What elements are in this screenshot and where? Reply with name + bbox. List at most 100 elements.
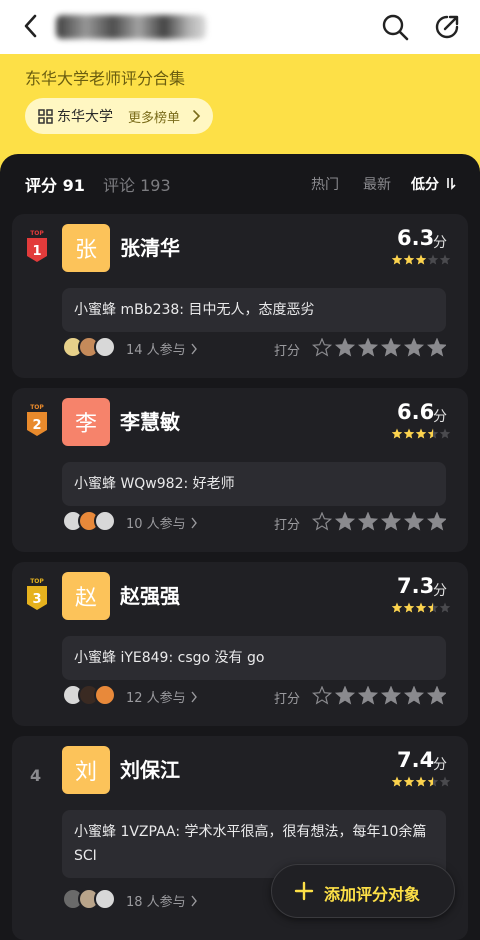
star-filled: [391, 602, 403, 613]
rate-star[interactable]: [357, 512, 379, 531]
rate-star[interactable]: [357, 686, 379, 705]
star-empty: [427, 254, 439, 265]
star-filled: [415, 602, 427, 613]
teacher-card[interactable]: TOP 2 李 李慧敏 6.6 分 小蜜蜂 WQw982: 好老师 10 人参与…: [12, 388, 468, 552]
comment-user: 小蜜蜂 mBb238:: [74, 302, 185, 318]
rate-star[interactable]: [403, 686, 425, 705]
sort-new[interactable]: 最新: [363, 174, 391, 194]
top-comment[interactable]: 小蜜蜂 WQw982: 好老师: [62, 462, 446, 506]
teacher-avatar[interactable]: 张: [62, 224, 110, 272]
comment-text: 好老师: [188, 476, 235, 492]
score-unit: 分: [433, 409, 447, 425]
score-unit: 分: [433, 235, 447, 251]
plus-icon: [294, 881, 314, 901]
svg-text:2: 2: [32, 418, 41, 433]
chevron-right-icon: [191, 343, 197, 355]
rate-star[interactable]: [357, 338, 379, 357]
chevron-left-icon[interactable]: [18, 12, 46, 40]
comment-user: 小蜜蜂 1VZPAA:: [74, 824, 181, 840]
teacher-card[interactable]: TOP 1 张 张清华 6.3 分 小蜜蜂 mBb238: 目中无人，态度恶劣 …: [12, 214, 468, 378]
sort-low[interactable]: 低分: [411, 174, 439, 194]
teacher-name[interactable]: 张清华: [120, 232, 180, 261]
star-empty: [439, 428, 451, 439]
rate-star[interactable]: [312, 512, 333, 531]
rate-star-input[interactable]: [312, 512, 446, 532]
rate-star[interactable]: [312, 686, 333, 705]
rank-1-badge: TOP 1: [27, 230, 47, 262]
comment-text: csgo 没有 go: [173, 650, 265, 666]
svg-text:TOP: TOP: [30, 578, 44, 585]
school-tag-pill[interactable]: 东华大学 更多榜单: [25, 98, 213, 134]
rate-star[interactable]: [426, 338, 446, 357]
collection-title: 东华大学老师评分合集: [25, 69, 186, 88]
star-filled: [415, 254, 427, 265]
star-filled: [403, 602, 415, 613]
rate-star[interactable]: [334, 512, 356, 531]
teacher-score: 6.6: [397, 400, 435, 424]
collection-banner: 东华大学老师评分合集 东华大学 更多榜单: [0, 54, 480, 164]
add-rating-target-label: 添加评分对象: [324, 885, 421, 904]
score-unit: 分: [433, 583, 447, 599]
rate-star[interactable]: [426, 512, 446, 531]
participant-avatar: [94, 684, 116, 706]
teacher-avatar[interactable]: 刘: [62, 746, 110, 794]
score-star-rating: [391, 602, 451, 613]
teacher-name[interactable]: 刘保江: [120, 754, 180, 783]
rank-2-badge: TOP 2: [27, 404, 47, 436]
more-rankings-link[interactable]: 更多榜单: [128, 107, 180, 126]
participants-link[interactable]: 14 人参与: [62, 336, 212, 360]
participant-avatar: [94, 888, 116, 910]
star-empty: [439, 254, 451, 265]
rate-star[interactable]: [312, 338, 333, 357]
teacher-score: 7.3: [397, 574, 435, 598]
teacher-name[interactable]: 李慧敏: [120, 406, 180, 435]
top-comment[interactable]: 小蜜蜂 iYE849: csgo 没有 go: [62, 636, 446, 680]
chevron-right-icon: [193, 110, 201, 122]
participants-count: 10 人参与: [126, 517, 186, 532]
participants-link[interactable]: 18 人参与: [62, 888, 212, 912]
rate-star[interactable]: [334, 338, 356, 357]
participants-count: 12 人参与: [126, 691, 186, 706]
teacher-card[interactable]: TOP 3 赵 赵强强 7.3 分 小蜜蜂 iYE849: csgo 没有 go…: [12, 562, 468, 726]
rate-star[interactable]: [380, 686, 402, 705]
rate-star[interactable]: [403, 338, 425, 357]
rank-3-badge: TOP 3: [27, 578, 47, 610]
add-rating-target-button[interactable]: 添加评分对象: [271, 864, 455, 918]
avatar-initial: 赵: [74, 586, 97, 611]
svg-text:3: 3: [32, 592, 41, 607]
rate-star[interactable]: [380, 338, 402, 357]
sort-direction-icon[interactable]: [446, 176, 456, 190]
participants-link[interactable]: 12 人参与: [62, 684, 212, 708]
participants-count: 18 人参与: [126, 895, 186, 910]
teacher-avatar[interactable]: 李: [62, 398, 110, 446]
star-filled: [403, 254, 415, 265]
star-filled: [403, 776, 415, 787]
tab-score[interactable]: 评分 91: [25, 172, 85, 196]
star-filled: [415, 776, 427, 787]
teacher-name[interactable]: 赵强强: [120, 580, 180, 609]
teacher-avatar[interactable]: 赵: [62, 572, 110, 620]
share-icon[interactable]: [432, 12, 462, 42]
search-icon[interactable]: [380, 12, 410, 42]
rate-star[interactable]: [334, 686, 356, 705]
rate-star[interactable]: [380, 512, 402, 531]
participants-link[interactable]: 10 人参与: [62, 510, 212, 534]
star-empty: [439, 602, 451, 613]
rate-star-input[interactable]: [312, 686, 446, 706]
chevron-right-icon: [191, 895, 197, 907]
teacher-score: 7.4: [397, 748, 435, 772]
rate-star-input[interactable]: [312, 338, 446, 358]
score-star-rating: [391, 428, 451, 439]
sort-hot[interactable]: 热门: [311, 174, 339, 194]
star-filled: [403, 428, 415, 439]
grid-icon: [38, 109, 53, 124]
rate-star[interactable]: [403, 512, 425, 531]
chevron-right-icon: [191, 691, 197, 703]
star-filled: [391, 776, 403, 787]
score-star-rating: [391, 254, 451, 265]
tab-comment[interactable]: 评论 193: [103, 172, 171, 196]
rate-star[interactable]: [426, 686, 446, 705]
score-unit: 分: [433, 757, 447, 773]
star-filled: [391, 254, 403, 265]
top-comment[interactable]: 小蜜蜂 mBb238: 目中无人，态度恶劣: [62, 288, 446, 332]
